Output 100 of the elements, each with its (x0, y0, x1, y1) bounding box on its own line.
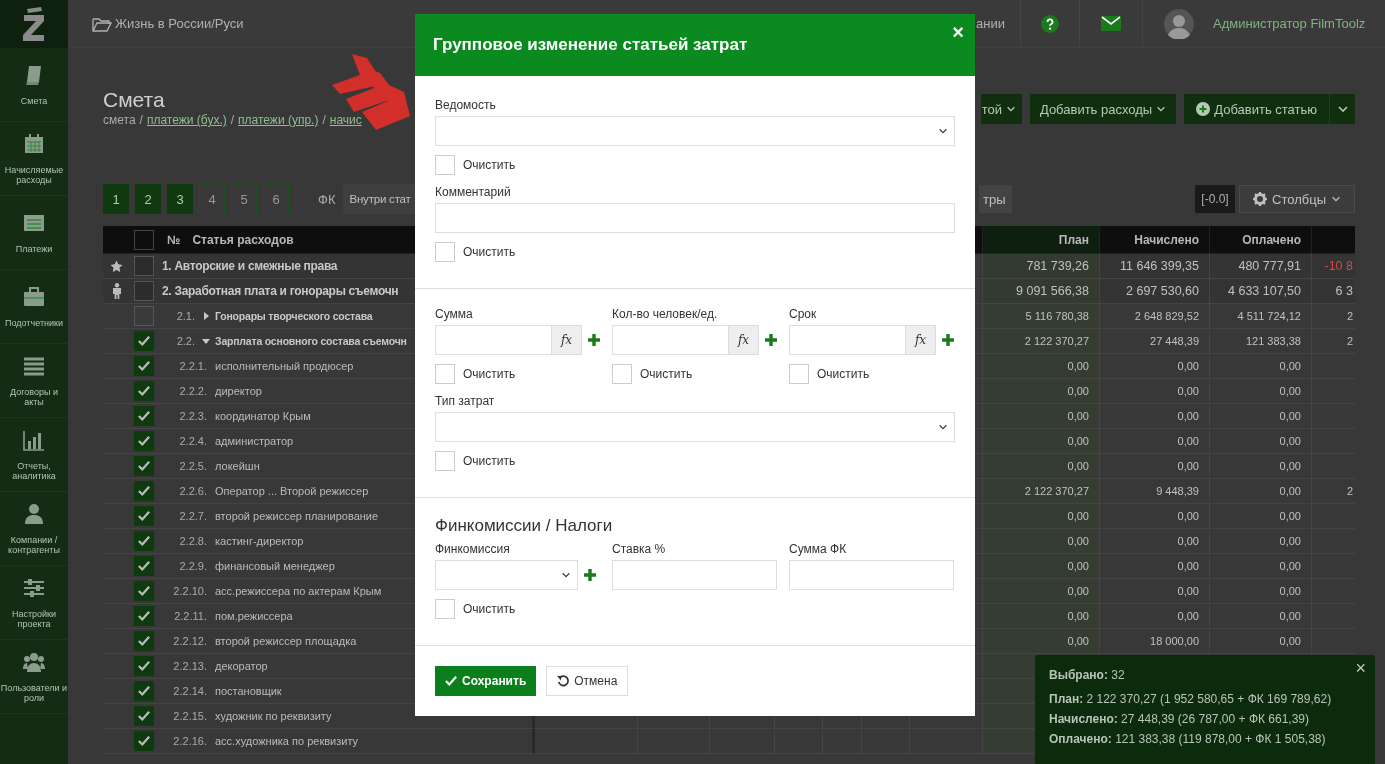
check-icon (138, 510, 150, 522)
chevron-down-icon (1331, 194, 1341, 204)
checkbox[interactable] (134, 656, 154, 676)
checkbox[interactable] (134, 631, 154, 651)
checkbox[interactable] (134, 331, 154, 351)
plus-icon[interactable] (942, 334, 954, 346)
checkbox[interactable] (134, 256, 154, 276)
checkbox[interactable] (134, 506, 154, 526)
number-input[interactable] (789, 325, 906, 355)
row-number: 2.2.13. (173, 660, 207, 672)
checkbox[interactable] (134, 581, 154, 601)
checkbox[interactable] (134, 406, 154, 426)
checkbox[interactable] (134, 681, 154, 701)
table-cell: 0,00 (983, 579, 1100, 604)
level-tab[interactable]: 5 (231, 184, 257, 214)
checkbox[interactable] (134, 306, 154, 326)
fk-select[interactable]: Внутри стат (343, 184, 415, 214)
dropdown-toggle[interactable] (1329, 94, 1355, 124)
help-icon[interactable] (1041, 14, 1059, 33)
undo-icon (557, 675, 570, 687)
caret-icon[interactable] (202, 312, 210, 320)
sidebar-item[interactable]: Смета (0, 48, 68, 122)
close-button[interactable]: × (1355, 659, 1366, 677)
summary-line: Начислено: 27 448,39 (26 787,00 + ФК 661,39) (1049, 711, 1311, 728)
select-field[interactable] (435, 560, 578, 590)
bar-chart-icon (23, 428, 45, 451)
check-icon (138, 610, 150, 622)
checkbox[interactable] (134, 606, 154, 626)
number-input[interactable] (435, 325, 552, 355)
sidebar-item[interactable]: Подотчетники (0, 270, 68, 344)
formula-button[interactable]: fx (906, 325, 936, 355)
sidebar-item[interactable]: Пользователи и роли (0, 640, 68, 714)
number-input[interactable] (612, 325, 729, 355)
checkbox[interactable] (134, 481, 154, 501)
table-cell: 0,00 (1210, 379, 1312, 404)
briefcase-icon (23, 285, 45, 308)
row-title: Оператор ... Второй режиссер (215, 485, 369, 497)
row-number: 2.2.3. (179, 410, 207, 422)
checkbox[interactable] (134, 456, 154, 476)
user-name[interactable]: Администратор FilmToolz (1213, 16, 1366, 31)
check-icon (138, 410, 150, 422)
select-field[interactable] (435, 412, 955, 442)
text-input[interactable] (612, 560, 777, 590)
dropdown-button[interactable]: Добавить расходы (1029, 94, 1177, 124)
sidebar-item[interactable]: Отчеты, аналитика (0, 418, 68, 492)
text-input[interactable] (435, 203, 955, 233)
breadcrumb-link[interactable]: начис (329, 112, 362, 128)
checkbox[interactable] (134, 556, 154, 576)
checkbox[interactable] (134, 229, 154, 250)
level-tab[interactable]: 6 (263, 184, 289, 214)
plus-icon[interactable] (588, 334, 600, 346)
sidebar-item[interactable]: Платежи (0, 196, 68, 270)
logo-icon[interactable] (21, 7, 47, 41)
formula-button[interactable]: fx (552, 325, 582, 355)
sidebar-item[interactable]: Начисляемые расходы (0, 122, 68, 196)
plus-icon[interactable] (765, 334, 777, 346)
checkbox[interactable] (134, 281, 154, 301)
checkbox[interactable] (134, 381, 154, 401)
checkbox[interactable] (134, 706, 154, 726)
dropdown-button[interactable]: той (980, 94, 1022, 124)
row-number: 2.2.4. (179, 435, 207, 447)
level-tab[interactable]: 1 (103, 184, 129, 214)
table-cell: 0,00 (1210, 504, 1312, 529)
select-field[interactable] (435, 116, 955, 146)
add-item-button[interactable]: Добавить статью (1184, 94, 1329, 124)
sliders-icon (23, 576, 45, 599)
nav-link[interactable]: ании (976, 16, 1005, 31)
table-cell: 9 091 566,38 (983, 279, 1100, 304)
checkbox[interactable] (134, 531, 154, 551)
level-tab[interactable]: 3 (167, 184, 193, 214)
text-input[interactable] (789, 560, 954, 590)
mail-icon[interactable] (1101, 16, 1121, 31)
chevron-down-icon (1156, 104, 1167, 114)
sidebar-item[interactable]: Настройки проекта (0, 566, 68, 640)
plus-icon[interactable] (584, 569, 596, 581)
table-cell: 0,00 (983, 554, 1100, 579)
rounding-button[interactable]: [-0.0] (1195, 185, 1235, 213)
close-button[interactable]: × (952, 22, 964, 42)
breadcrumb-link[interactable]: платежи (бух.) (146, 112, 227, 128)
level-tab[interactable]: 2 (135, 184, 161, 214)
formula-button[interactable]: fx (729, 325, 759, 355)
sidebar-item[interactable]: Компании / контрагенты (0, 492, 68, 566)
columns-button[interactable]: Столбцы (1239, 185, 1355, 213)
save-button[interactable]: Сохранить (435, 666, 537, 696)
checkbox[interactable] (134, 731, 154, 751)
table-cell: 0,00 (1100, 454, 1210, 479)
project-link[interactable]: Жизнь в России/Руси (92, 15, 244, 32)
cancel-button[interactable]: Отмена (546, 666, 629, 696)
checkbox[interactable] (134, 431, 154, 451)
filters-button[interactable]: тры (979, 185, 1012, 213)
field-label: Комментарий (435, 185, 512, 199)
row-number: 2.2.8. (179, 535, 207, 547)
row-title: кастинг-директор (215, 535, 304, 547)
users-icon (23, 650, 45, 673)
avatar[interactable] (1164, 8, 1194, 39)
caret-icon[interactable] (202, 337, 210, 345)
level-tab[interactable]: 4 (199, 184, 225, 214)
sidebar-item[interactable]: Договоры и акты (0, 344, 68, 418)
breadcrumb-link[interactable]: платежи (упр.) (238, 112, 319, 128)
checkbox[interactable] (134, 356, 154, 376)
